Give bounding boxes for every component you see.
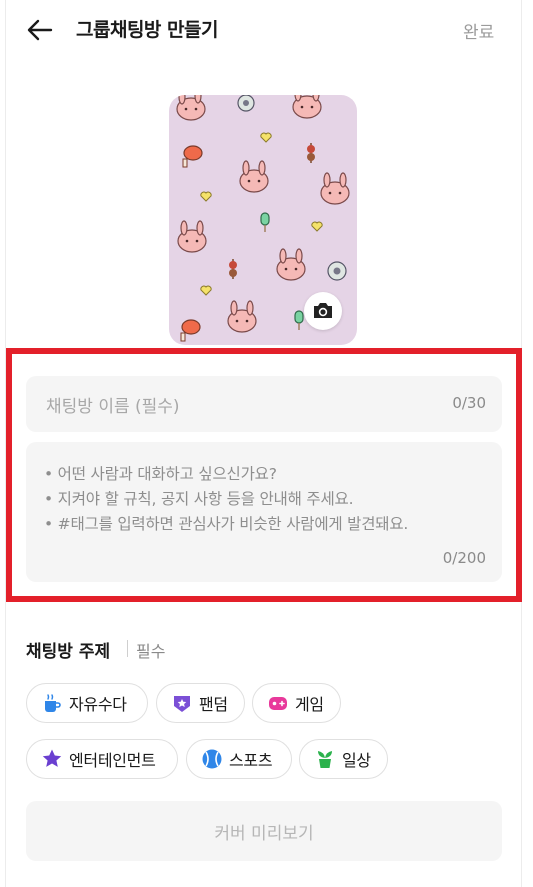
top-bar: 그룹채팅방 만들기 완료: [0, 0, 533, 60]
bunny-face-icon: [276, 248, 306, 281]
chatroom-name-placeholder: 채팅방 이름 (필수): [46, 397, 180, 417]
heart-star-icon: [171, 692, 193, 714]
done-button[interactable]: 완료: [463, 18, 494, 43]
camera-icon: [314, 303, 332, 318]
heart-icon: [200, 191, 212, 202]
skewer-icon: [229, 259, 237, 279]
bunny-face-icon: [239, 160, 269, 193]
topic-chip-entertainment[interactable]: 엔터테인먼트: [26, 739, 178, 779]
topic-required-label: 필수: [136, 642, 166, 661]
topic-chip-sports[interactable]: 스포츠: [186, 739, 292, 779]
description-hint-line: • 어떤 사람과 대화하고 싶으신가요?: [44, 465, 277, 483]
heart-icon: [200, 285, 212, 296]
popsicle-icon: [294, 310, 304, 330]
heart-icon: [311, 221, 323, 232]
gamepad-icon: [267, 692, 289, 714]
description-counter: 0/200: [442, 549, 486, 567]
chatroom-name-counter: 0/30: [452, 394, 486, 412]
cover-preview-button[interactable]: 커버 미리보기: [26, 801, 502, 861]
topic-chip-free-talk[interactable]: 자유수다: [26, 683, 148, 723]
bunny-face-icon: [292, 95, 322, 119]
back-arrow-icon: [27, 19, 53, 41]
toy-icon: [237, 95, 255, 112]
change-cover-button[interactable]: [304, 292, 342, 330]
bunny-face-icon: [227, 300, 257, 333]
heart-icon: [260, 132, 272, 143]
page-title: 그룹채팅방 만들기: [76, 19, 218, 41]
chatroom-description-field[interactable]: • 어떤 사람과 대화하고 싶으신가요? • 지켜야 할 규칙, 공지 사항 등…: [26, 442, 502, 582]
plant-pot-icon: [314, 748, 336, 770]
drumstick-icon: [182, 145, 203, 168]
bunny-face-icon: [176, 95, 206, 121]
chip-label: 스포츠: [229, 751, 273, 770]
chatroom-name-field[interactable]: 채팅방 이름 (필수) 0/30: [26, 376, 502, 432]
chip-label: 팬덤: [199, 695, 228, 714]
bunny-face-icon: [320, 172, 350, 205]
chip-label: 게임: [295, 695, 324, 714]
topic-chip-game[interactable]: 게임: [252, 683, 341, 723]
topic-section-title: 채팅방 주제: [26, 642, 111, 662]
chip-label: 자유수다: [69, 695, 127, 714]
ball-icon: [201, 748, 223, 770]
cover-preview-label: 커버 미리보기: [214, 823, 314, 844]
description-hint-line: • 지켜야 할 규칙, 공지 사항 등을 안내해 주세요.: [44, 490, 354, 508]
back-button[interactable]: [24, 14, 56, 46]
coffee-cup-icon: [41, 692, 63, 714]
chip-label: 엔터테인먼트: [69, 751, 156, 770]
popsicle-icon: [260, 212, 270, 232]
star-icon: [41, 748, 63, 770]
chip-label: 일상: [342, 751, 371, 770]
topic-chip-fandom[interactable]: 팬덤: [156, 683, 245, 723]
description-hint-line: • #태그를 입력하면 관심사가 비슷한 사람에게 발견돼요.: [44, 515, 409, 533]
skewer-icon: [307, 143, 315, 163]
topic-chip-daily-life[interactable]: 일상: [299, 739, 388, 779]
drumstick-icon: [180, 319, 201, 342]
toy-icon: [327, 261, 347, 281]
topic-divider: [127, 640, 128, 657]
bunny-face-icon: [177, 220, 207, 253]
